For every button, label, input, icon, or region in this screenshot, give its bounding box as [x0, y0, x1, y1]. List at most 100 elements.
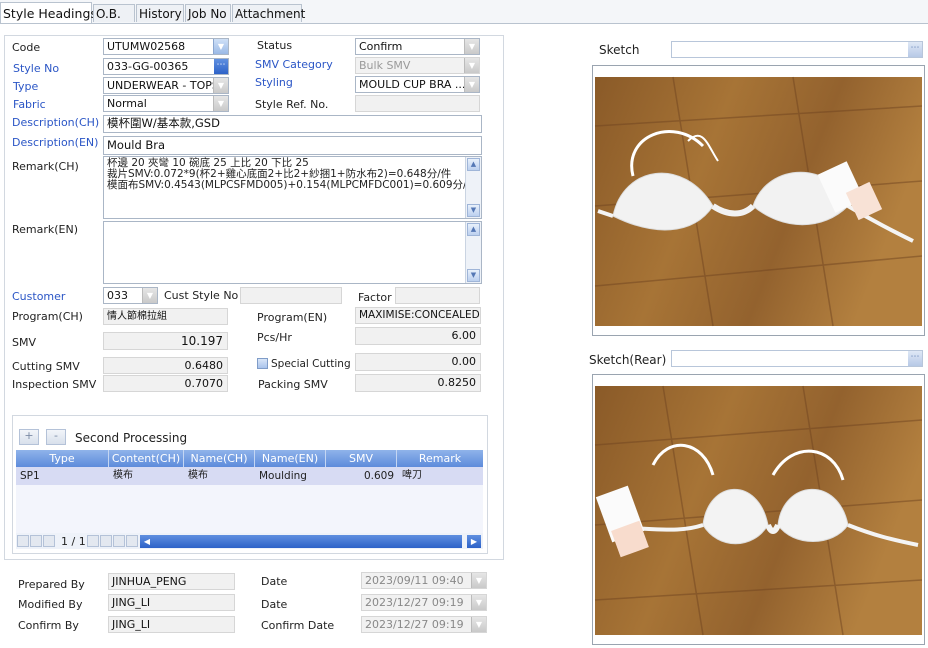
- tab-job-no[interactable]: Job No: [185, 4, 231, 22]
- sketch-path-field[interactable]: ⋯: [671, 41, 923, 58]
- scroll-down-icon[interactable]: ▼: [467, 204, 480, 217]
- code-field[interactable]: UTUMW02568 ▼: [103, 38, 229, 55]
- desc-ch-field[interactable]: 模杯圍W/基本款,GSD: [103, 115, 482, 133]
- style-no-field[interactable]: 033-GG-00365 ⋯: [103, 58, 229, 75]
- fabric-select[interactable]: Normal ▼: [103, 95, 229, 112]
- page-indicator: 1 / 1: [61, 535, 86, 548]
- tab-history[interactable]: History: [136, 4, 184, 22]
- sketch-rear-label: Sketch(Rear): [589, 353, 667, 367]
- confirm-date-label: Confirm Date: [261, 619, 335, 632]
- last-page-icon[interactable]: [113, 535, 125, 547]
- modified-by-field[interactable]: JING_LI: [108, 594, 235, 611]
- dropdown-arrow-icon[interactable]: ▼: [464, 58, 479, 73]
- cutting-smv-field[interactable]: 0.6480: [103, 357, 228, 374]
- scroll-left-icon[interactable]: ◀: [140, 535, 154, 548]
- dropdown-arrow-icon[interactable]: ▼: [213, 39, 228, 54]
- scroll-up-icon[interactable]: ▲: [467, 223, 480, 236]
- ellipsis-icon[interactable]: ⋯: [214, 59, 228, 74]
- confirm-date-field[interactable]: 2023/12/27 09:19 ▼: [361, 616, 487, 633]
- vertical-scrollbar[interactable]: ▲ ▼: [465, 157, 481, 218]
- smv-field[interactable]: 10.197: [103, 332, 228, 350]
- table-row[interactable]: SP1 模布 模布 Moulding 0.609 啤刀: [16, 467, 483, 485]
- status-select[interactable]: Confirm ▼: [355, 38, 480, 55]
- col-type[interactable]: Type: [16, 450, 109, 467]
- style-ref-label: Style Ref. No.: [255, 98, 329, 111]
- special-cutting-checkbox[interactable]: [257, 358, 268, 369]
- sketch-rear-path-field[interactable]: ⋯: [671, 350, 923, 367]
- fabric-label: Fabric: [13, 98, 46, 111]
- col-content-ch[interactable]: Content(CH): [109, 450, 184, 467]
- dropdown-arrow-icon[interactable]: ▼: [464, 39, 479, 54]
- tab-ob[interactable]: O.B.: [93, 4, 135, 22]
- ellipsis-icon[interactable]: ⋯: [908, 351, 922, 366]
- prepared-date-field[interactable]: 2023/09/11 09:40 ▼: [361, 572, 487, 589]
- bra-rear-photo: [594, 385, 923, 636]
- modified-date-field[interactable]: 2023/12/27 09:19 ▼: [361, 594, 487, 611]
- calendar-dropdown-icon[interactable]: ▼: [471, 617, 486, 632]
- col-name-en[interactable]: Name(EN): [255, 450, 326, 467]
- add-row-button[interactable]: +: [19, 429, 39, 445]
- col-name-ch[interactable]: Name(CH): [184, 450, 255, 467]
- cust-style-no-field[interactable]: [240, 287, 342, 304]
- type-select[interactable]: UNDERWEAR - TOPS ▼: [103, 77, 229, 94]
- prev-page-icon[interactable]: [30, 535, 42, 547]
- sketch-image-frame[interactable]: [592, 65, 925, 336]
- styling-select[interactable]: MOULD CUP BRA ... ▼: [355, 76, 480, 93]
- customer-select[interactable]: 033 ▼: [103, 287, 158, 304]
- smv-category-select[interactable]: Bulk SMV ▼: [355, 57, 480, 74]
- prepared-by-field[interactable]: JINHUA_PENG: [108, 573, 235, 590]
- remove-row-button[interactable]: -: [46, 429, 66, 445]
- style-ref-field[interactable]: [355, 95, 480, 112]
- status-value: Confirm: [359, 40, 403, 53]
- inspection-smv-field[interactable]: 0.7070: [103, 375, 228, 392]
- status-label: Status: [257, 39, 293, 52]
- scroll-up-icon[interactable]: ▲: [467, 158, 480, 171]
- factor-label: Factor: [358, 291, 392, 304]
- next-page-icon[interactable]: [87, 535, 99, 547]
- fabric-value: Normal: [107, 97, 147, 110]
- col-remark[interactable]: Remark: [397, 450, 483, 467]
- grid-header: Type Content(CH) Name(CH) Name(EN) SMV R…: [16, 450, 483, 467]
- packing-smv-field[interactable]: 0.8250: [355, 374, 481, 392]
- first-page-icon[interactable]: [17, 535, 29, 547]
- code-value: UTUMW02568: [107, 40, 186, 53]
- bra-front-photo: [594, 76, 923, 327]
- scroll-right-icon[interactable]: ▶: [467, 535, 481, 548]
- style-no-label: Style No: [13, 62, 60, 75]
- styling-value: MOULD CUP BRA ...: [359, 78, 466, 91]
- calendar-dropdown-icon[interactable]: ▼: [471, 573, 486, 588]
- tab-style-headings[interactable]: Style Headings: [0, 2, 97, 23]
- remark-en-textarea[interactable]: ▲ ▼: [103, 221, 482, 284]
- pcs-hr-field[interactable]: 6.00: [355, 327, 481, 345]
- sketch-rear-image-frame[interactable]: [592, 374, 925, 645]
- packing-smv-label: Packing SMV: [258, 378, 328, 391]
- dropdown-arrow-icon[interactable]: ▼: [142, 288, 157, 303]
- program-en-field[interactable]: MAXIMISE:CONCEALED: [355, 307, 481, 324]
- desc-en-field[interactable]: Mould Bra: [103, 136, 482, 155]
- dropdown-arrow-icon[interactable]: ▼: [213, 96, 228, 111]
- scroll-down-icon[interactable]: ▼: [467, 269, 480, 282]
- inspection-smv-label: Inspection SMV: [12, 378, 97, 391]
- customer-label: Customer: [12, 290, 66, 303]
- program-ch-field[interactable]: 情人節棉拉組: [103, 308, 228, 325]
- special-cutting-field[interactable]: 0.00: [355, 353, 481, 371]
- horizontal-scrollbar-thumb[interactable]: [154, 535, 462, 548]
- vertical-scrollbar[interactable]: ▲ ▼: [465, 222, 481, 283]
- calendar-dropdown-icon[interactable]: ▼: [471, 595, 486, 610]
- confirm-by-field[interactable]: JING_LI: [108, 616, 235, 633]
- remark-ch-textarea[interactable]: 杯邊 20 夾彎 10 碗底 25 上比 20 下比 25 裁片SMV:0.07…: [103, 156, 482, 219]
- ellipsis-icon[interactable]: ⋯: [908, 42, 922, 57]
- remark-ch-label: Remark(CH): [12, 160, 79, 173]
- modified-by-label: Modified By: [18, 598, 83, 611]
- dropdown-arrow-icon[interactable]: ▼: [213, 78, 228, 93]
- tab-attachment[interactable]: Attachment: [232, 4, 305, 22]
- cell-content-ch: 模布: [113, 470, 133, 481]
- refresh-icon[interactable]: [126, 535, 138, 547]
- cell-type: SP1: [20, 470, 40, 482]
- page-jump-icon[interactable]: [43, 535, 55, 547]
- dropdown-arrow-icon[interactable]: ▼: [464, 77, 479, 92]
- prepared-date-value: 2023/09/11 09:40: [365, 574, 464, 587]
- col-smv[interactable]: SMV: [326, 450, 397, 467]
- next-group-icon[interactable]: [100, 535, 112, 547]
- factor-field[interactable]: [395, 287, 480, 304]
